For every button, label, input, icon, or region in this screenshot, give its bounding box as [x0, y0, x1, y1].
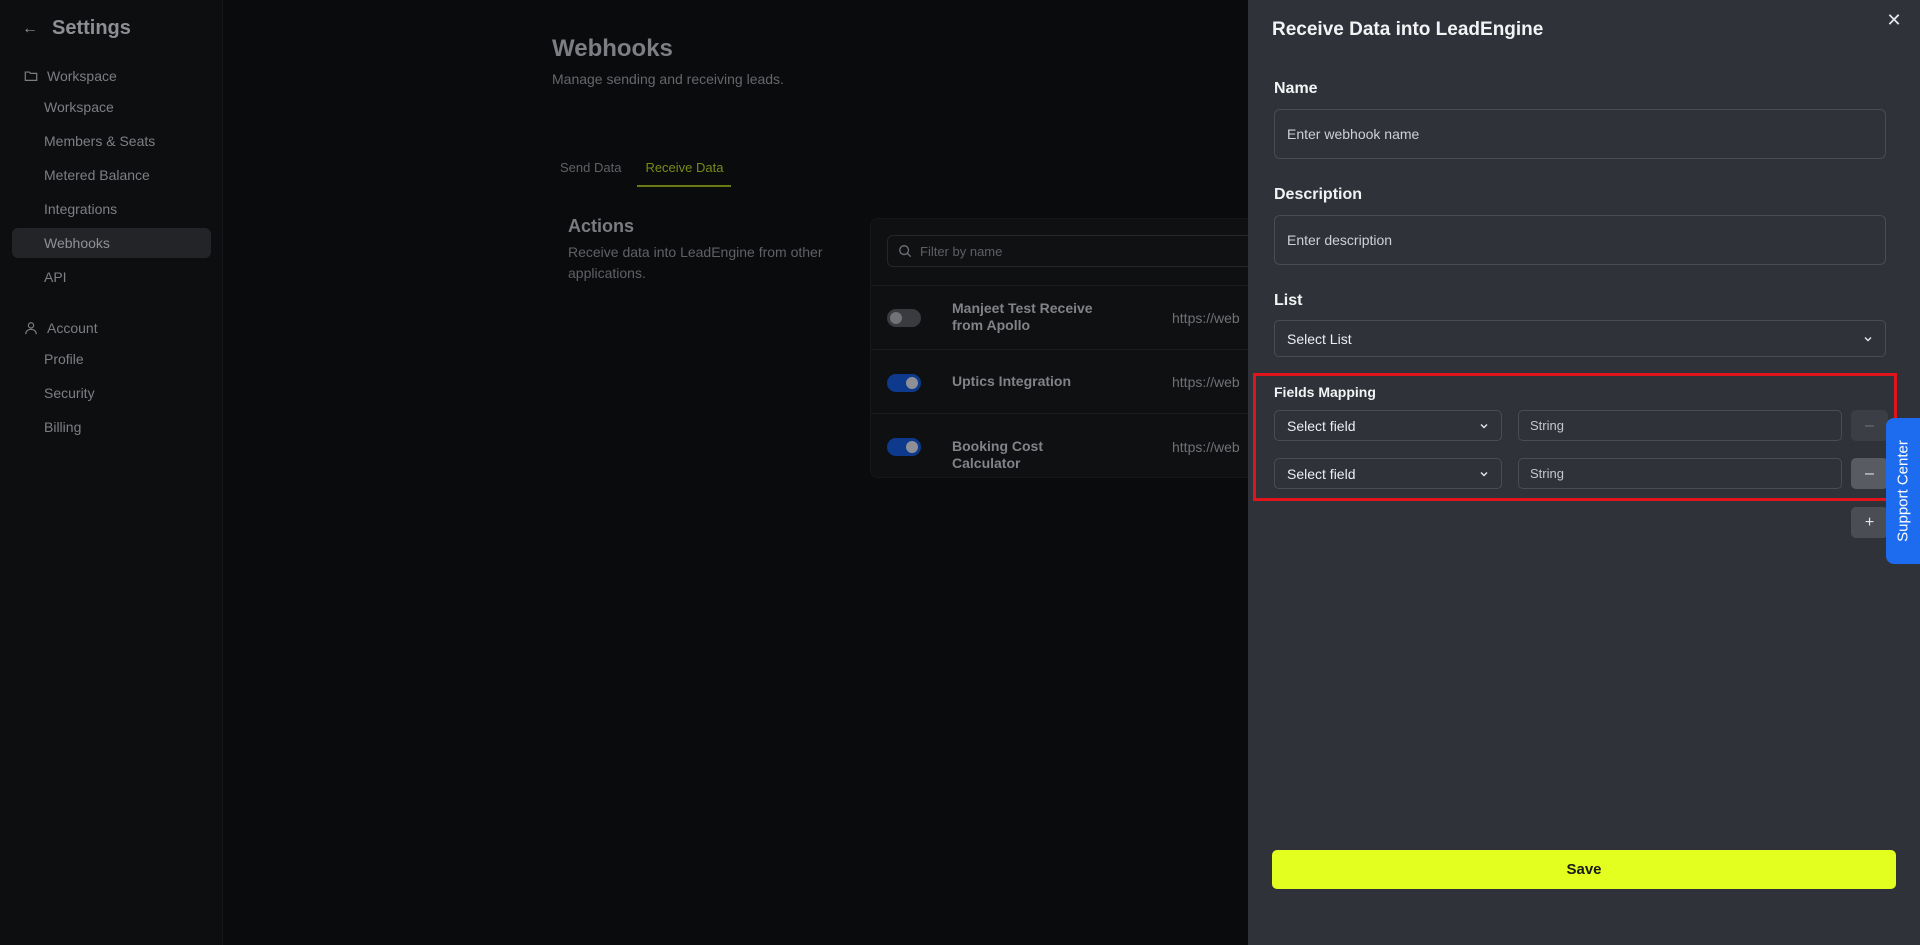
support-center-tab[interactable]: Support Center [1886, 418, 1920, 564]
field-select-value: Select field [1287, 465, 1356, 482]
search-icon [899, 245, 912, 258]
filter-input[interactable] [920, 243, 1220, 259]
webhook-row[interactable]: Manjeet Test Receive from Apollo https:/… [871, 285, 1249, 349]
tab-receive-data[interactable]: Receive Data [637, 156, 732, 187]
toggle-knob [906, 441, 918, 453]
sidebar-item-metered-balance[interactable]: Metered Balance [12, 160, 211, 190]
save-button[interactable]: Save [1272, 850, 1896, 889]
sidebar-item-workspace[interactable]: Workspace [12, 92, 211, 122]
remove-mapping-button[interactable]: – [1851, 458, 1888, 489]
webhook-toggle[interactable] [887, 374, 921, 392]
actions-description: Receive data into LeadEngine from other … [568, 244, 823, 281]
sidebar-item-profile[interactable]: Profile [12, 344, 211, 374]
field-type-input[interactable] [1518, 458, 1842, 489]
support-center-label: Support Center [1894, 440, 1912, 542]
back-arrow-icon[interactable]: ← [22, 19, 42, 39]
tab-send-data[interactable]: Send Data [552, 156, 629, 187]
webhook-name-input[interactable] [1274, 109, 1886, 159]
webhook-url: https://web [1172, 374, 1240, 390]
sidebar-item-webhooks[interactable]: Webhooks [12, 228, 211, 258]
account-section-label: Account [47, 320, 98, 336]
description-label: Description [1274, 186, 1363, 203]
fields-mapping-label: Fields Mapping [1274, 384, 1376, 400]
sidebar-item-billing[interactable]: Billing [12, 412, 211, 442]
chevron-down-icon [1864, 336, 1872, 341]
close-icon[interactable]: ✕ [1884, 10, 1904, 30]
remove-mapping-button[interactable]: – [1851, 410, 1888, 441]
sidebar-item-security[interactable]: Security [12, 378, 211, 408]
actions-heading: Actions [568, 216, 635, 236]
webhook-list-card: Manjeet Test Receive from Apollo https:/… [870, 218, 1250, 478]
workspace-section-header: Workspace [24, 68, 117, 84]
field-select[interactable]: Select field [1274, 410, 1502, 441]
page-title: Webhooks [552, 35, 673, 62]
field-select-value: Select field [1287, 417, 1356, 434]
webhook-url: https://web [1172, 439, 1240, 455]
toggle-knob [890, 312, 902, 324]
list-select[interactable]: Select List [1274, 320, 1886, 357]
list-select-value: Select List [1287, 330, 1352, 347]
chevron-down-icon [1480, 423, 1488, 428]
drawer-title: Receive Data into LeadEngine [1272, 19, 1544, 40]
filter-box [887, 235, 1249, 267]
workspace-section-label: Workspace [47, 68, 117, 84]
webhook-row[interactable]: Uptics Integration https://web [871, 349, 1249, 413]
receive-data-drawer: ✕ Receive Data into LeadEngine Name Desc… [1248, 0, 1920, 945]
name-label: Name [1274, 80, 1318, 97]
page-subtitle: Manage sending and receiving leads. [552, 71, 784, 87]
webhook-toggle[interactable] [887, 438, 921, 456]
webhook-url: https://web [1172, 310, 1240, 326]
webhook-name: Uptics Integration [952, 373, 1072, 389]
webhook-name: Booking Cost Calculator [952, 438, 1043, 471]
account-section-header: Account [24, 320, 98, 336]
chevron-down-icon [1480, 471, 1488, 476]
field-select[interactable]: Select field [1274, 458, 1502, 489]
sidebar-item-api[interactable]: API [12, 262, 211, 292]
settings-sidebar: ← Settings Workspace Workspace Members &… [0, 0, 223, 945]
description-input[interactable] [1274, 215, 1886, 265]
webhook-name: Manjeet Test Receive from Apollo [952, 300, 1093, 333]
add-mapping-button[interactable]: + [1851, 507, 1888, 538]
webhook-toggle[interactable] [887, 309, 921, 327]
webhook-row[interactable]: Booking Cost Calculator https://web [871, 413, 1249, 477]
sidebar-item-members-seats[interactable]: Members & Seats [12, 126, 211, 156]
webhook-tabs: Send Data Receive Data [552, 156, 732, 187]
user-icon [25, 322, 37, 335]
toggle-knob [906, 377, 918, 389]
sidebar-item-integrations[interactable]: Integrations [12, 194, 211, 224]
list-label: List [1274, 292, 1303, 309]
folder-icon [24, 71, 38, 81]
sidebar-title: Settings [52, 17, 131, 39]
field-type-input[interactable] [1518, 410, 1842, 441]
